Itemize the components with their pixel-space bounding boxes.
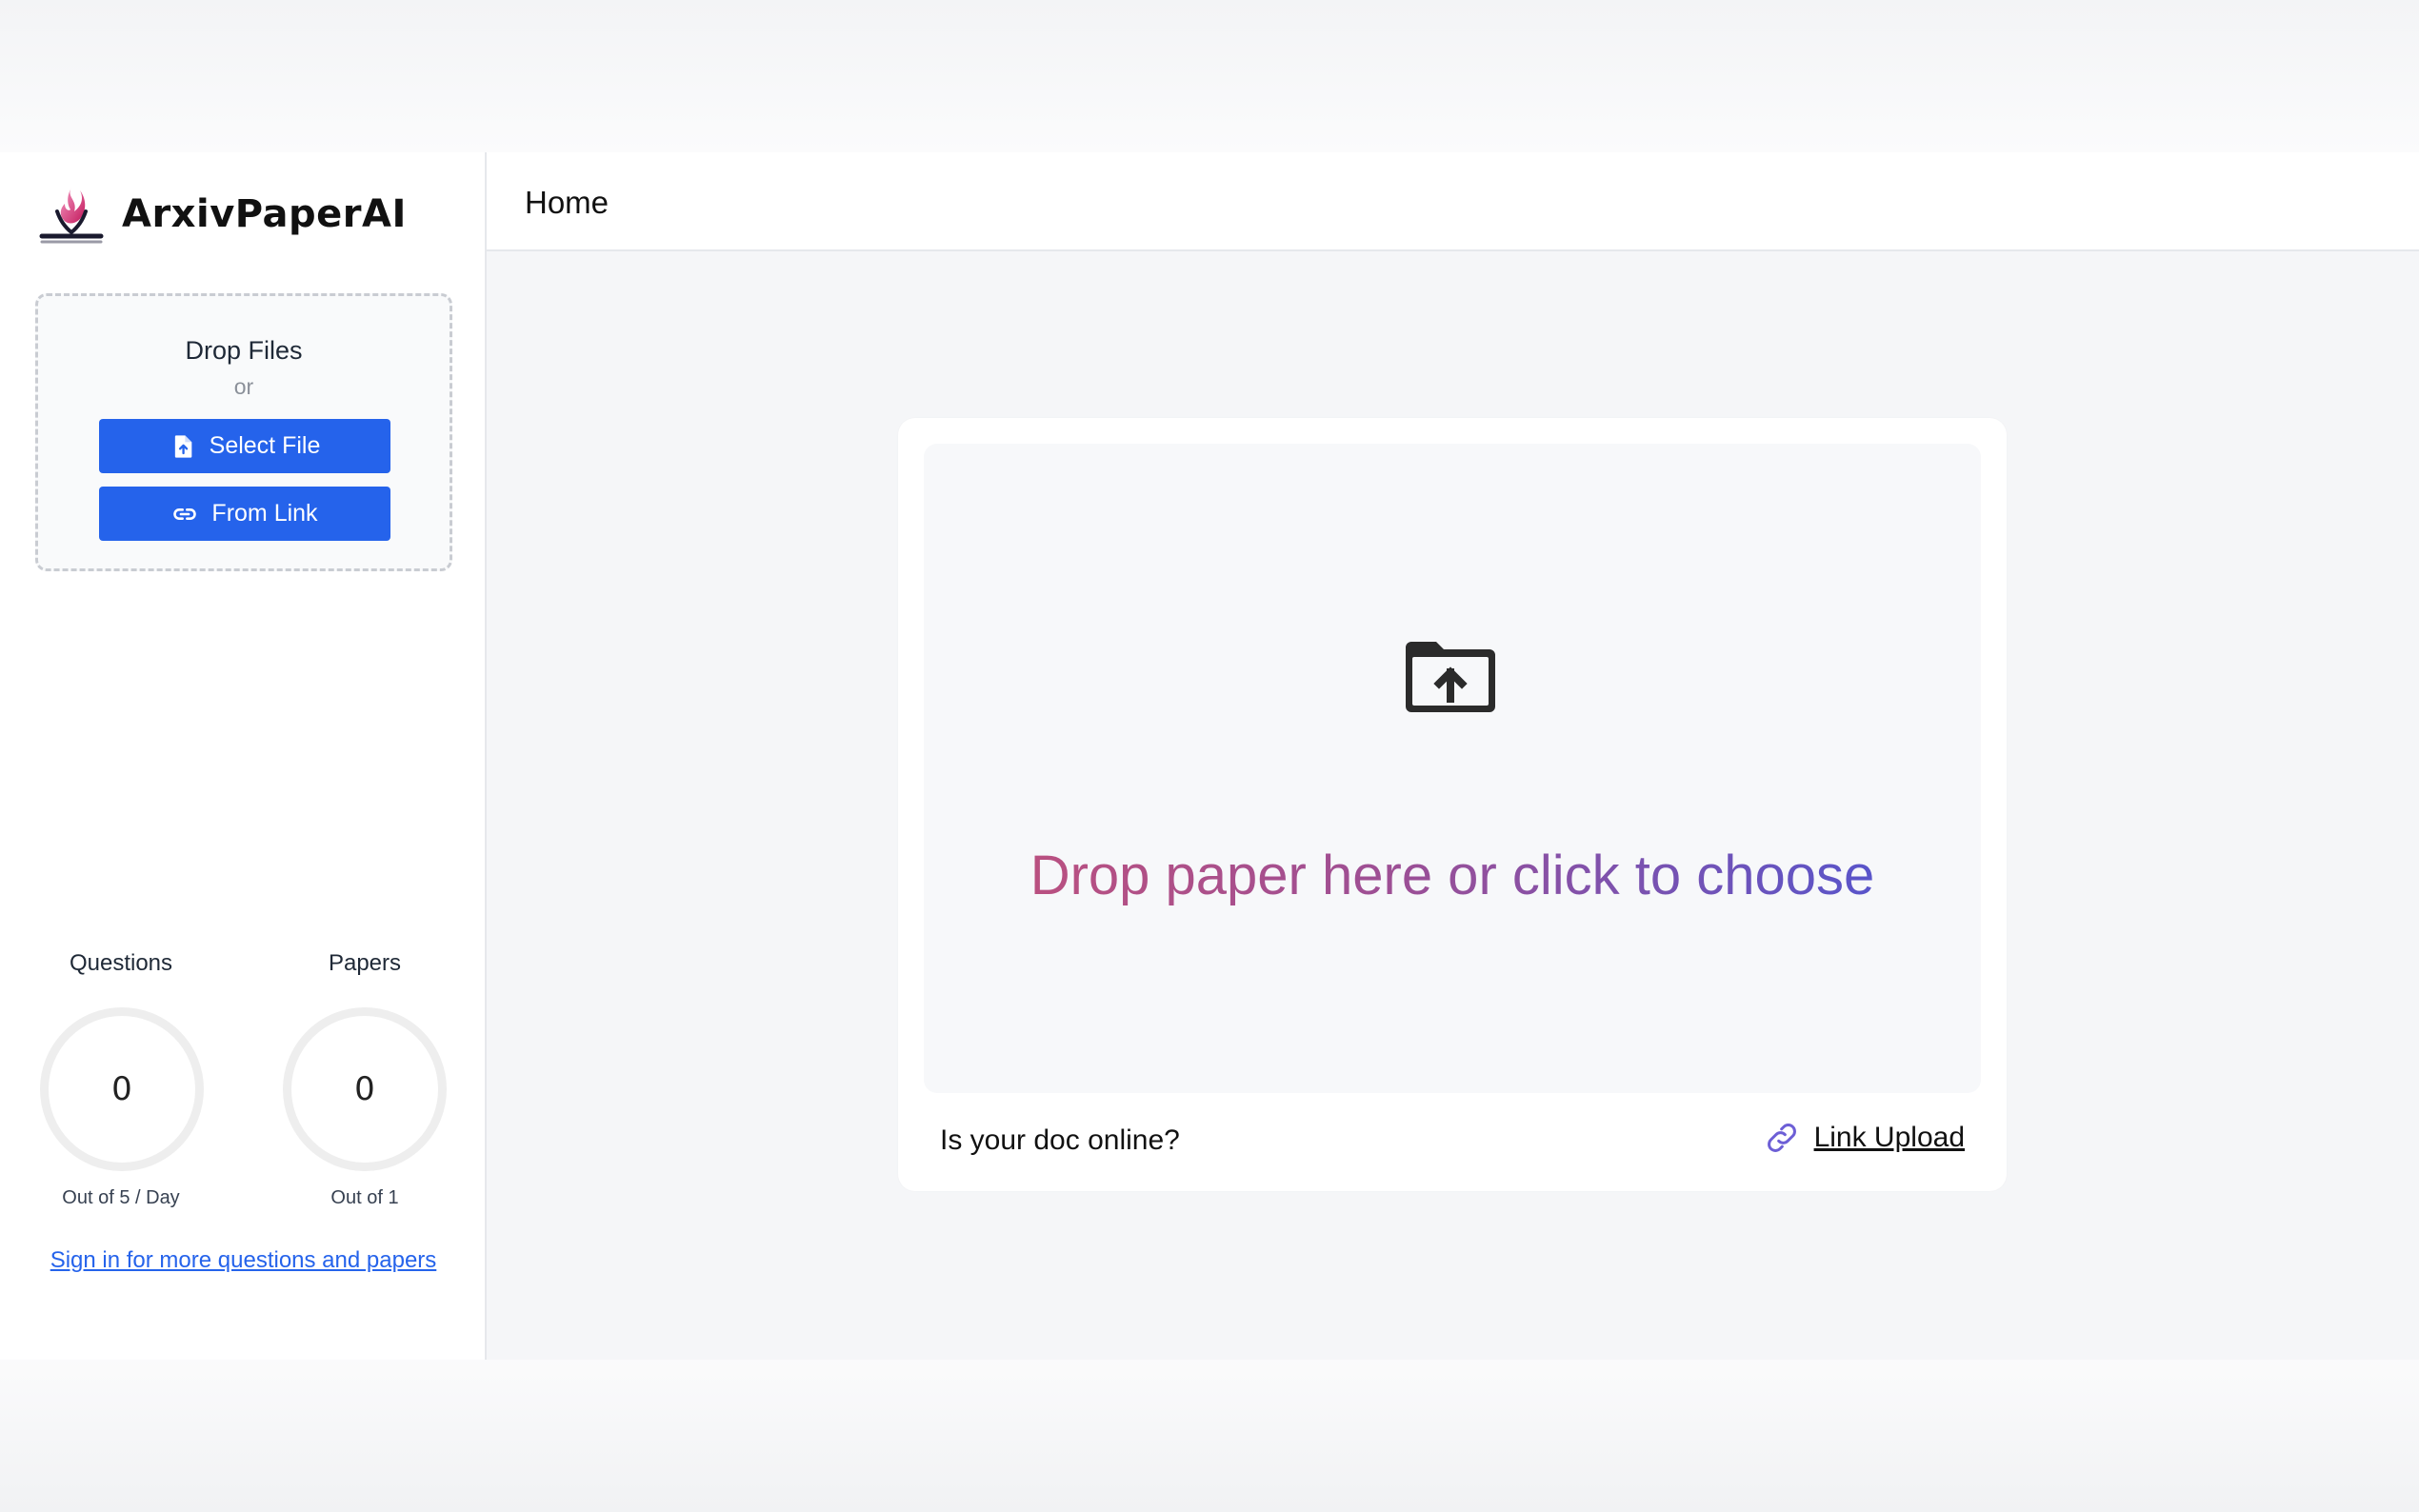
link-icon: [1767, 1124, 1796, 1152]
page-title: Home: [525, 185, 610, 220]
select-file-button[interactable]: Select File: [99, 419, 390, 473]
flame-book-logo-icon: [39, 187, 104, 244]
sidebar: ArxivPaperAI Drop Files or Select File F…: [0, 152, 487, 1360]
questions-limit-text: Out of 5 / Day: [62, 1187, 180, 1208]
file-drop-area[interactable]: Drop Files or Select File From Link: [35, 293, 452, 571]
brand[interactable]: ArxivPaperAI: [36, 179, 407, 249]
papers-progress-ring: 0: [283, 1007, 447, 1171]
file-upload-icon: [174, 434, 191, 458]
upload-card: Drop paper here or click to choose Is yo…: [898, 418, 2007, 1191]
folder-upload-icon: [1406, 642, 1495, 712]
brand-name: ArxivPaperAI: [122, 192, 407, 236]
main-content: Home Drop paper here or click to choose …: [487, 152, 2419, 1360]
dropzone-instruction: Drop paper here or click to choose: [924, 844, 1981, 907]
papers-stat-label: Papers: [328, 950, 402, 976]
link-icon: [173, 507, 197, 520]
or-label: or: [233, 374, 254, 399]
sign-in-link[interactable]: Sign in for more questions and papers: [0, 1247, 487, 1274]
link-upload-button[interactable]: Link Upload: [1763, 1119, 1965, 1157]
drop-files-label: Drop Files: [185, 336, 303, 365]
top-bar: Home: [487, 152, 2419, 251]
questions-progress-ring: 0: [40, 1007, 204, 1171]
doc-online-question: Is your doc online?: [940, 1124, 1180, 1156]
paper-dropzone[interactable]: Drop paper here or click to choose: [924, 444, 1981, 1093]
papers-limit-text: Out of 1: [330, 1187, 399, 1208]
select-file-label: Select File: [209, 432, 321, 459]
questions-stat-label: Questions: [69, 950, 173, 976]
link-upload-label: Link Upload: [1813, 1122, 1965, 1153]
app-window: ArxivPaperAI Drop Files or Select File F…: [0, 152, 2419, 1360]
from-link-label: From Link: [211, 500, 318, 527]
from-link-button[interactable]: From Link: [99, 487, 390, 541]
